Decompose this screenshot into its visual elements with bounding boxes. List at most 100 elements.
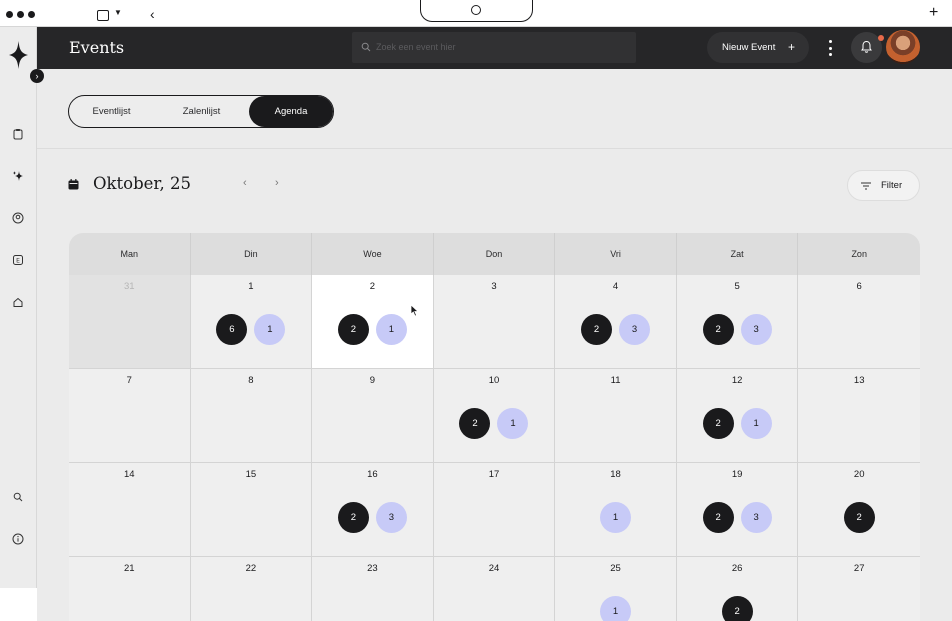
search-box[interactable]	[352, 32, 636, 63]
event-counts: 23	[677, 314, 798, 345]
calendar-day-cell[interactable]: 20 2	[798, 463, 920, 557]
back-icon[interactable]: ‹	[150, 6, 155, 22]
day-number: 7	[126, 375, 132, 386]
calendar-day-cell[interactable]: 17	[433, 463, 556, 557]
tab-agenda[interactable]: Agenda	[249, 96, 333, 127]
search-input[interactable]	[376, 39, 626, 55]
calendar-day-cell[interactable]: 10 2 1	[433, 369, 556, 463]
calendar-day-cell[interactable]: 8	[190, 369, 313, 463]
event-counts: 2	[798, 502, 920, 533]
window-controls[interactable]	[6, 11, 35, 18]
event-count-badge-light[interactable]: 3	[740, 314, 772, 345]
event-count-badge-light[interactable]: 3	[375, 502, 407, 533]
event-count-badge-light[interactable]: 1	[497, 408, 529, 439]
event-count-badge-dark[interactable]: 2	[721, 596, 753, 621]
day-number: 11	[610, 375, 621, 386]
calendar-day-cell[interactable]: 5 23	[676, 275, 799, 369]
calendar-day-cell[interactable]: 16 2 3	[312, 463, 434, 557]
event-count-badge-dark[interactable]: 2	[702, 408, 734, 439]
day-number: 23	[367, 563, 378, 574]
previous-month-icon[interactable]: ‹	[243, 177, 247, 189]
calendar-day-cell[interactable]: 161	[190, 275, 313, 369]
event-count-badge-dark[interactable]: 2	[843, 502, 875, 533]
calendar-day-cell[interactable]: 27	[798, 557, 920, 621]
tab-eventlijst[interactable]: Eventlijst	[69, 96, 154, 127]
weekday-label: Woe	[312, 233, 434, 275]
calendar-day-cell[interactable]: 31	[69, 275, 191, 369]
clipboard-icon[interactable]	[11, 127, 25, 141]
calendar-day-cell[interactable]: 11	[555, 369, 677, 463]
day-number: 26	[731, 563, 743, 574]
calendar-day-cell[interactable]: 3	[433, 275, 556, 369]
day-number: 16	[367, 469, 378, 480]
filter-button[interactable]: Filter	[847, 170, 920, 201]
info-icon[interactable]	[11, 532, 25, 546]
event-counts: 2	[677, 596, 798, 621]
event-count-badge-light[interactable]: 1	[254, 314, 286, 345]
home-icon[interactable]	[11, 295, 25, 309]
calendar-day-cell[interactable]: 21	[69, 557, 191, 621]
day-number: 22	[245, 563, 257, 574]
event-count-badge-dark[interactable]: 2	[702, 314, 734, 345]
calendar-day-cell[interactable]: 6	[798, 275, 920, 369]
event-count-badge-dark[interactable]: 2	[337, 502, 369, 533]
calendar-day-cell[interactable]: 221	[312, 275, 434, 369]
browser-chrome: ▼ ‹ +	[0, 0, 952, 27]
divider	[37, 148, 952, 149]
event-count-badge-light[interactable]: 3	[619, 314, 651, 345]
calendar-day-cell[interactable]: 23	[312, 557, 434, 621]
more-options-icon[interactable]	[827, 40, 833, 56]
calendar-day-cell[interactable]: 4 23	[555, 275, 677, 369]
view-toggle: Eventlijst Zalenlijst Agenda	[68, 95, 334, 128]
day-number: 25	[610, 563, 621, 574]
chevron-down-icon[interactable]: ▼	[114, 8, 122, 17]
camera-icon	[471, 5, 481, 15]
event-count-badge-dark[interactable]: 2	[702, 502, 734, 533]
calendar-day-cell[interactable]: 14	[69, 463, 191, 557]
user-circle-icon[interactable]	[11, 211, 25, 225]
calendar-day-cell[interactable]: 18 1	[555, 463, 677, 557]
event-count-badge-dark[interactable]: 2	[459, 408, 491, 439]
event-count-badge-light[interactable]: 1	[600, 596, 632, 621]
new-event-label: Nieuw Event	[722, 42, 776, 53]
event-count-badge-dark[interactable]: 2	[337, 314, 369, 345]
event-count-badge-light[interactable]: 1	[740, 408, 772, 439]
logo-icon[interactable]	[9, 41, 28, 69]
top-bar: Events Nieuw Event +	[37, 27, 952, 69]
calendar-day-cell[interactable]: 24	[433, 557, 556, 621]
calendar-day-cell[interactable]: 15	[190, 463, 313, 557]
event-count-badge-light[interactable]: 3	[740, 502, 772, 533]
event-count-badge-dark[interactable]: 6	[216, 314, 248, 345]
calendar-day-cell[interactable]: 13	[798, 369, 920, 463]
sidebar: E	[0, 27, 37, 588]
event-count-badge-light[interactable]: 1	[375, 314, 407, 345]
day-number: 10	[488, 375, 500, 386]
calendar-day-cell[interactable]: 25 1	[555, 557, 677, 621]
calendar-day-cell[interactable]: 26 2	[676, 557, 799, 621]
euro-icon[interactable]: E	[11, 253, 25, 267]
calendar-day-cell[interactable]: 9	[312, 369, 434, 463]
next-month-icon[interactable]: ›	[275, 177, 279, 189]
calendar-day-cell[interactable]: 12 2 1	[676, 369, 799, 463]
weekday-label: Din	[191, 233, 313, 275]
event-counts: 23	[312, 502, 433, 533]
calendar-day-cell[interactable]: 7	[69, 369, 191, 463]
search-icon[interactable]	[11, 490, 25, 504]
event-count-badge-light[interactable]: 1	[600, 502, 632, 533]
new-event-button[interactable]: Nieuw Event +	[707, 32, 809, 63]
day-grid: 31 1 6 1 2 2 1 3 4 2 3 5 2 3 6 7 8 9 10 2 1 11 12 2 1 13 14 15 16 2 3 1…	[69, 275, 920, 621]
event-count-badge-dark[interactable]: 2	[581, 314, 613, 345]
calendar-day-cell[interactable]: 22	[190, 557, 313, 621]
tab-overview-icon[interactable]	[97, 10, 109, 21]
calendar-day-cell[interactable]: 19 2 3	[676, 463, 799, 557]
event-counts: 21	[434, 408, 555, 439]
month-label: Oktober, 25	[93, 174, 191, 193]
search-icon	[361, 42, 371, 52]
tab-zalenlijst[interactable]: Zalenlijst	[159, 96, 244, 127]
avatar[interactable]	[886, 30, 920, 64]
new-tab-icon[interactable]: +	[929, 4, 938, 22]
sparkle-icon[interactable]	[11, 169, 25, 183]
day-number: 6	[856, 281, 862, 292]
day-number: 9	[369, 375, 376, 386]
expand-sidebar-button[interactable]: ›	[30, 69, 44, 83]
